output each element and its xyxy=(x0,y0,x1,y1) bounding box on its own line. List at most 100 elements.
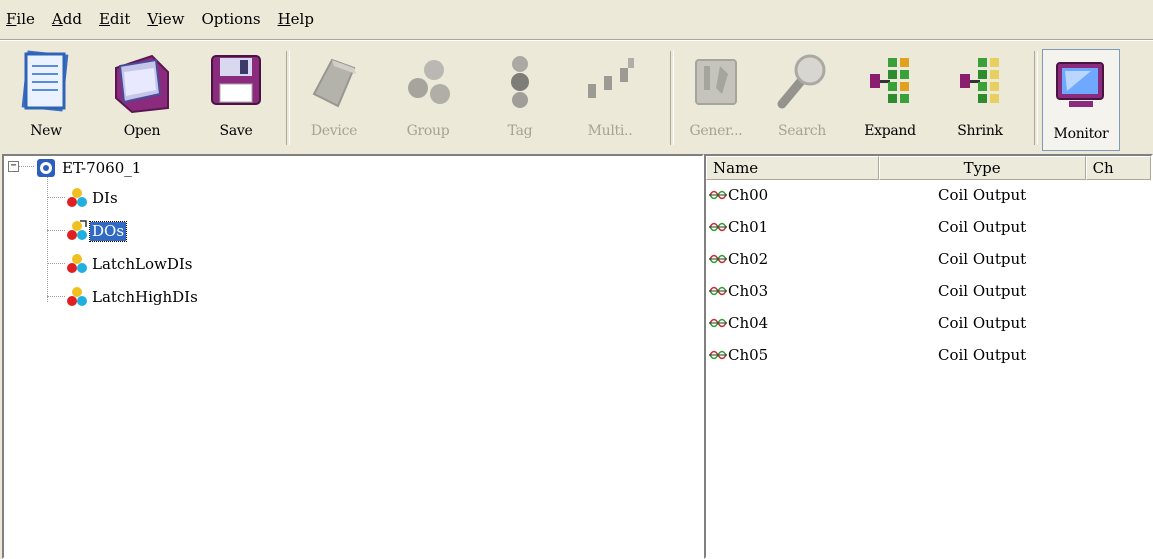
multi-button[interactable]: Multi.. xyxy=(578,47,642,151)
tag-button-label: Tag xyxy=(507,123,533,139)
toolbar-top-divider xyxy=(0,39,1153,40)
expand-button[interactable]: Expand xyxy=(858,47,922,151)
channel-type: Coil Output xyxy=(938,250,1027,268)
tree-node-root[interactable]: ET-7060_1 xyxy=(36,156,143,180)
column-header-name[interactable]: Name xyxy=(706,156,879,180)
menu-file-accel: F xyxy=(6,10,17,28)
tag-balls-icon xyxy=(490,47,550,117)
channel-type: Coil Output xyxy=(938,346,1027,364)
generate-button[interactable]: Gener... xyxy=(684,47,748,151)
tree-root-label: ET-7060_1 xyxy=(62,158,142,177)
menu-add[interactable]: Add xyxy=(44,10,91,28)
coil-output-icon xyxy=(708,219,728,239)
channel-list-pane[interactable]: Name Type Ch Ch00 Coil Output Ch01 Coil … xyxy=(704,154,1153,559)
multi-button-label: Multi.. xyxy=(587,123,633,139)
new-button-label: New xyxy=(30,123,62,139)
shrink-tree-icon xyxy=(950,47,1010,117)
floppy-disk-icon xyxy=(206,47,266,117)
channel-type: Coil Output xyxy=(938,282,1027,300)
device-button[interactable]: Device xyxy=(302,47,366,151)
coil-output-icon xyxy=(708,347,728,367)
menu-help[interactable]: Help xyxy=(270,10,323,28)
tree-node-label: DIs xyxy=(92,188,118,207)
shrink-button-label: Shrink xyxy=(957,123,1003,139)
save-button[interactable]: Save xyxy=(204,47,268,151)
menu-edit[interactable]: Edit xyxy=(91,10,139,28)
menu-help-label: elp xyxy=(290,10,314,28)
channel-name: Ch00 xyxy=(728,186,769,204)
table-row[interactable]: Ch02 Coil Output xyxy=(706,244,1151,276)
table-row[interactable]: Ch04 Coil Output xyxy=(706,308,1151,340)
group-button[interactable]: Group xyxy=(396,47,460,151)
shrink-button[interactable]: Shrink xyxy=(948,47,1012,151)
channel-name: Ch05 xyxy=(728,346,769,364)
group-node-icon xyxy=(66,220,88,242)
toolbar-separator xyxy=(1034,51,1038,145)
tree-node-label: LatchHighDIs xyxy=(92,287,198,306)
group-button-label: Group xyxy=(406,123,450,139)
open-button[interactable]: Open xyxy=(110,47,174,151)
menu-options-label: Options xyxy=(201,10,261,28)
group-node-icon xyxy=(66,253,88,275)
menu-view-label: iew xyxy=(157,10,185,28)
generate-button-label: Gener... xyxy=(689,123,743,139)
channel-name: Ch01 xyxy=(728,218,769,236)
tree-connector xyxy=(47,263,65,264)
group-balls-icon xyxy=(398,47,458,117)
save-button-label: Save xyxy=(219,123,253,139)
table-row[interactable]: Ch05 Coil Output xyxy=(706,340,1151,372)
device-node-icon xyxy=(36,158,56,178)
menu-edit-accel: E xyxy=(98,10,110,28)
search-button[interactable]: Search xyxy=(770,47,834,151)
tree-node-latchlowdis[interactable]: LatchLowDIs xyxy=(66,252,194,276)
channel-type: Coil Output xyxy=(938,186,1027,204)
menu-file[interactable]: File xyxy=(0,10,44,28)
column-header-ch[interactable]: Ch xyxy=(1085,156,1151,180)
tree-node-dis[interactable]: DIs xyxy=(66,186,120,210)
column-header-type[interactable]: Type xyxy=(878,156,1086,180)
expand-tree-icon xyxy=(860,47,920,117)
list-header: Name Type Ch xyxy=(706,156,1151,180)
channel-type: Coil Output xyxy=(938,314,1027,332)
coil-output-icon xyxy=(708,187,728,207)
tree-node-label: LatchLowDIs xyxy=(92,254,193,273)
tag-button[interactable]: Tag xyxy=(488,47,552,151)
menu-file-label: ile xyxy=(16,10,35,28)
tree-connector xyxy=(47,197,65,198)
monitor-button[interactable]: Monitor xyxy=(1042,49,1120,151)
tools-icon xyxy=(686,47,746,117)
tree-node-latchhighdis[interactable]: LatchHighDIs xyxy=(66,285,200,309)
menu-add-accel: A xyxy=(51,10,63,28)
table-row[interactable]: Ch01 Coil Output xyxy=(706,212,1151,244)
table-row[interactable]: Ch03 Coil Output xyxy=(706,276,1151,308)
device-button-label: Device xyxy=(310,123,358,139)
group-node-icon xyxy=(66,187,88,209)
monitor-button-label: Monitor xyxy=(1053,126,1109,142)
tree-pane[interactable]: − ET-7060_1 DIs DOs LatchLowDIs LatchHig… xyxy=(2,154,704,559)
tree-node-dos[interactable]: DOs xyxy=(66,219,128,243)
tree-connector xyxy=(47,176,48,302)
toolbar: New Open Save Device Group Tag Multi.. G… xyxy=(0,39,1153,151)
channel-type: Coil Output xyxy=(938,218,1027,236)
tree-node-label-selected: DOs xyxy=(88,220,128,242)
menu-view[interactable]: View xyxy=(139,10,193,28)
channel-name: Ch03 xyxy=(728,282,769,300)
coil-output-icon xyxy=(708,251,728,271)
new-button[interactable]: New xyxy=(14,47,78,151)
channel-name: Ch04 xyxy=(728,314,769,332)
menu-help-accel: H xyxy=(277,10,291,28)
tree-connector xyxy=(18,166,34,167)
toolbar-separator xyxy=(286,51,290,145)
channel-name: Ch02 xyxy=(728,250,769,268)
menu-view-accel: V xyxy=(147,10,158,28)
coil-output-icon xyxy=(708,283,728,303)
tree-connector xyxy=(47,296,65,297)
menu-bar: File Add Edit View Options Help xyxy=(0,0,1153,38)
menu-add-label: dd xyxy=(62,10,82,28)
multi-tags-icon xyxy=(580,47,640,117)
table-row[interactable]: Ch00 Coil Output xyxy=(706,180,1151,212)
menu-options[interactable]: Options xyxy=(193,10,269,28)
collapse-toggle[interactable]: − xyxy=(8,161,19,172)
menu-edit-label: dit xyxy=(109,10,131,28)
open-button-label: Open xyxy=(123,123,161,139)
